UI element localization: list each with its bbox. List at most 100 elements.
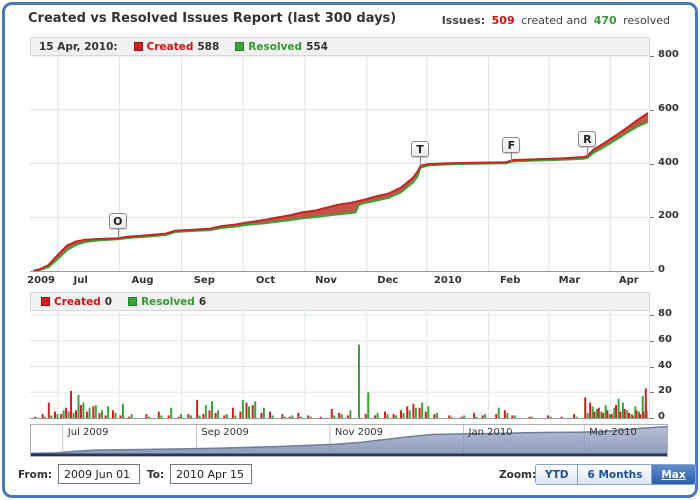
- daily-created-bar: [42, 414, 44, 418]
- y-tick-mark: [650, 217, 654, 218]
- daily-resolved-bar: [506, 413, 508, 418]
- x-tick-label: Dec: [377, 275, 398, 286]
- y-tick-mark: [650, 271, 654, 272]
- daily-resolved-bar: [205, 405, 207, 418]
- y-tick-label: 400: [658, 157, 679, 168]
- daily-created-bar: [615, 405, 617, 418]
- bar-legend-resolved-value: 6: [199, 296, 206, 308]
- timeline-navigator[interactable]: Jul 2009Sep 2009Nov 2009Jan 2010Mar 2010: [30, 424, 668, 457]
- navigator-month-label: Sep 2009: [201, 427, 248, 438]
- daily-created-bar: [232, 408, 234, 418]
- y-tick-mark: [650, 341, 654, 342]
- daily-resolved-bar: [596, 409, 598, 418]
- daily-created-bar: [461, 417, 463, 418]
- daily-created-bar: [54, 412, 56, 418]
- zoom-button-group: YTD 6 Months Max: [535, 464, 696, 485]
- x-tick-label: 2010: [434, 275, 462, 286]
- daily-resolved-bar: [131, 414, 133, 418]
- daily-resolved-bar: [613, 408, 615, 418]
- zoom-label: Zoom:: [499, 469, 536, 481]
- zoom-button-max[interactable]: Max: [651, 465, 694, 484]
- daily-resolved-bar: [395, 415, 397, 418]
- daily-created-bar: [639, 414, 641, 418]
- daily-resolved-bar: [254, 401, 256, 418]
- daily-created-bar: [215, 413, 217, 418]
- to-date-input[interactable]: [170, 464, 252, 484]
- daily-bar-chart-plot[interactable]: [30, 311, 650, 419]
- daily-resolved-bar: [484, 414, 486, 418]
- main-chart-legend: 15 Apr, 2010: Created 588 Resolved 554: [30, 37, 650, 56]
- daily-created-bar: [331, 409, 333, 418]
- daily-resolved-bar: [122, 404, 124, 418]
- daily-created-bar: [92, 406, 94, 418]
- daily-created-bar: [128, 417, 130, 418]
- zoom-button-6months[interactable]: 6 Months: [577, 465, 651, 484]
- daily-resolved-bar: [68, 412, 70, 418]
- issues-created-text: created and: [521, 14, 587, 27]
- daily-resolved-bar: [377, 413, 379, 418]
- daily-resolved-bar: [341, 414, 343, 418]
- main-chart-flags: O T F R: [30, 56, 649, 271]
- daily-created-bar: [60, 414, 62, 418]
- legend-created-value: 588: [197, 41, 219, 53]
- x-tick-label: Nov: [315, 275, 337, 286]
- daily-resolved-bar: [57, 414, 59, 418]
- x-tick-label: Aug: [131, 275, 153, 286]
- daily-created-bar: [320, 417, 322, 418]
- daily-created-bar: [281, 414, 283, 418]
- daily-resolved-bar: [600, 412, 602, 418]
- event-flag-R[interactable]: R: [578, 131, 596, 147]
- daily-resolved-bar: [592, 406, 594, 418]
- daily-resolved-bar: [626, 410, 628, 418]
- daily-created-bar: [619, 412, 621, 418]
- daily-created-bar: [589, 403, 591, 418]
- daily-resolved-bar: [50, 415, 52, 418]
- daily-resolved-bar: [78, 395, 80, 418]
- flag-stem: [511, 153, 512, 162]
- y-tick-mark: [650, 56, 654, 57]
- daily-created-bar: [297, 413, 299, 418]
- daily-resolved-bar: [89, 408, 91, 418]
- daily-created-bar: [75, 410, 77, 418]
- daily-created-bar: [223, 415, 225, 418]
- x-tick-label: Mar: [559, 275, 581, 286]
- legend-date: 15 Apr, 2010:: [39, 41, 118, 53]
- page-title: Created vs Resolved Issues Report (last …: [28, 11, 396, 26]
- daily-created-bar: [48, 403, 50, 418]
- daily-created-bar: [504, 410, 506, 418]
- daily-resolved-bar: [217, 410, 219, 418]
- x-tick-label: Sep: [194, 275, 215, 286]
- daily-created-bar: [412, 404, 414, 418]
- zoom-button-ytd[interactable]: YTD: [536, 465, 577, 484]
- daily-created-bar: [260, 413, 262, 418]
- daily-resolved-bar: [514, 415, 516, 418]
- event-flag-O[interactable]: O: [109, 213, 127, 229]
- y-tick-label: 0: [658, 264, 665, 275]
- y-tick-label: 0: [658, 411, 665, 422]
- daily-resolved-bar: [451, 417, 453, 418]
- event-flag-T[interactable]: T: [411, 141, 429, 157]
- main-chart-plot[interactable]: O T F R: [30, 56, 650, 272]
- resolved-swatch-icon: [128, 297, 137, 306]
- daily-resolved-bar: [44, 417, 46, 418]
- daily-resolved-bar: [284, 417, 286, 418]
- daily-resolved-bar: [300, 417, 302, 418]
- daily-created-bar: [584, 397, 586, 418]
- event-flag-F[interactable]: F: [502, 137, 520, 153]
- daily-resolved-bar: [367, 392, 369, 418]
- x-tick-label: Jul: [74, 275, 88, 286]
- from-date-input[interactable]: [58, 464, 140, 484]
- bar-legend-created-value: 0: [105, 296, 112, 308]
- daily-created-bar: [628, 413, 630, 418]
- daily-resolved-bar: [199, 415, 201, 418]
- main-chart-yaxis: 0200400600800: [650, 56, 695, 272]
- daily-created-bar: [529, 417, 531, 418]
- y-tick-label: 200: [658, 210, 679, 221]
- bar-legend-created-label: Created: [54, 296, 101, 308]
- daily-created-bar: [289, 417, 291, 418]
- daily-created-bar: [145, 414, 147, 418]
- daily-resolved-bar: [170, 408, 172, 418]
- resolved-swatch-icon: [235, 42, 244, 51]
- daily-created-bar: [511, 415, 513, 418]
- issues-created-count: 509: [492, 14, 515, 27]
